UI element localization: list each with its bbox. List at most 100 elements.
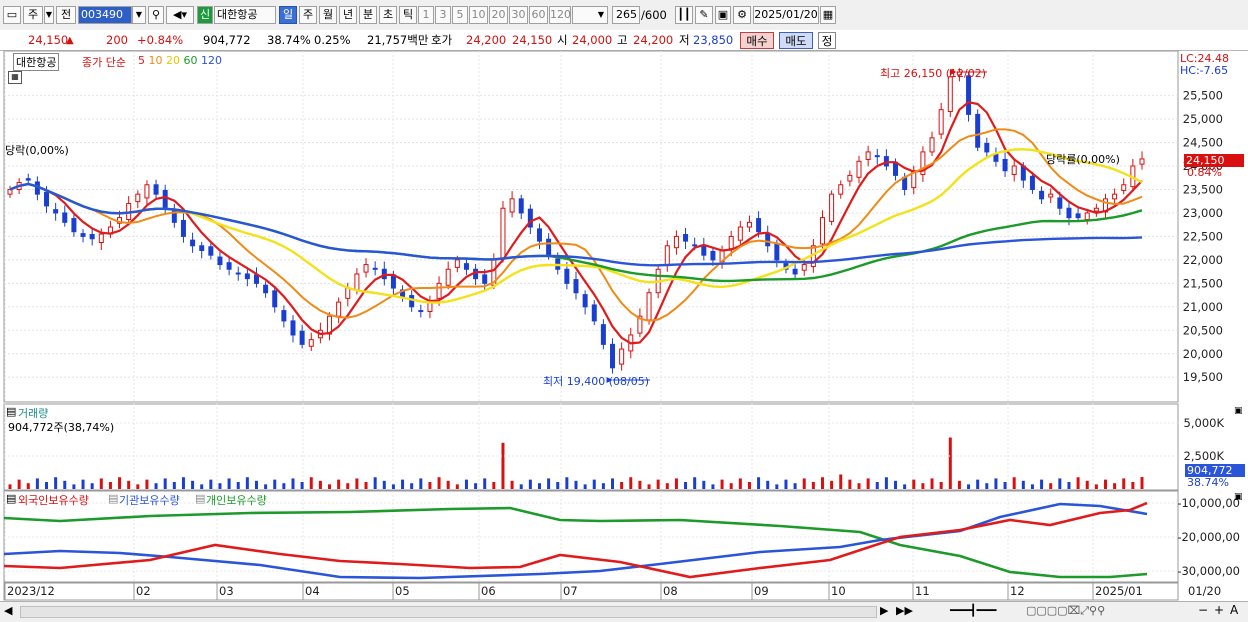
save-icon[interactable]: ▣ bbox=[715, 6, 731, 24]
candle-body bbox=[984, 142, 990, 153]
gear-icon[interactable]: ⚙ bbox=[733, 6, 751, 24]
draw-icon[interactable]: ✎ bbox=[695, 6, 713, 24]
search-icon[interactable]: ⚲ bbox=[148, 6, 164, 24]
candle-body bbox=[947, 76, 953, 113]
buy-button[interactable]: 매수 bbox=[740, 32, 774, 49]
correction-button[interactable]: 정 bbox=[818, 32, 836, 49]
volume-bar bbox=[537, 483, 541, 489]
volume-ratio: 38.74% bbox=[267, 33, 311, 47]
interval-button-5[interactable]: 5 bbox=[452, 6, 468, 24]
candle-icon[interactable]: ┃┃ bbox=[675, 6, 693, 24]
candle-body bbox=[98, 233, 104, 244]
holders-close-icon[interactable]: ▣ bbox=[1234, 492, 1243, 502]
candle-body bbox=[363, 264, 369, 273]
font-size-icon[interactable]: A bbox=[1230, 603, 1238, 617]
table-icon[interactable]: ▦ bbox=[8, 71, 22, 84]
volume-bar bbox=[145, 479, 149, 489]
candle-body bbox=[89, 234, 95, 240]
calendar-icon[interactable]: ▦ bbox=[820, 6, 836, 24]
candle-body bbox=[308, 339, 314, 347]
layout-icon[interactable]: ▭ bbox=[3, 6, 21, 24]
zoom-slider[interactable]: ━━━┫━━━ bbox=[950, 604, 996, 617]
volume-bar bbox=[528, 479, 532, 489]
scroll-bar[interactable]: ◀ ▶ ▶▶ ━━━┫━━━ ▢▢▢▢⌧⤢⚲⚲ − + A bbox=[0, 601, 1248, 622]
interval-button-60[interactable]: 60 bbox=[529, 6, 548, 24]
scroll-left-icon[interactable]: ◀ bbox=[4, 604, 12, 617]
volume-bar bbox=[328, 484, 332, 489]
price-chart[interactable]: 25,50025,00024,50024,00023,50023,00022,5… bbox=[0, 50, 1248, 603]
volume-bar bbox=[501, 442, 505, 489]
ratio-right-label: 당락률(0,00%) bbox=[1046, 153, 1120, 166]
candle-body bbox=[80, 233, 86, 237]
volume-bar bbox=[848, 479, 852, 489]
candle-body bbox=[235, 272, 241, 275]
code-dropdown-icon[interactable]: ▼ bbox=[132, 6, 146, 24]
tool-icons[interactable]: ▢▢▢▢⌧⤢⚲⚲ bbox=[1026, 604, 1105, 618]
interval-button-120[interactable]: 120 bbox=[549, 6, 571, 24]
interval-button-3[interactable]: 3 bbox=[435, 6, 451, 24]
interval-button-30[interactable]: 30 bbox=[509, 6, 528, 24]
candle-body bbox=[1121, 184, 1127, 191]
volume-bar bbox=[218, 483, 222, 489]
candle-body bbox=[199, 245, 205, 251]
volume-bar bbox=[1058, 478, 1062, 489]
period-tab-1[interactable]: 주 bbox=[299, 6, 317, 24]
volume-bar bbox=[127, 480, 131, 489]
ma-legend-10: 10 bbox=[148, 54, 166, 67]
zoom-out-icon[interactable]: − bbox=[1198, 603, 1208, 617]
period-tab-0[interactable]: 일 bbox=[279, 6, 297, 24]
volume-bar bbox=[1003, 482, 1007, 489]
volume-bar bbox=[54, 477, 58, 489]
stock-code-input[interactable]: 003490 bbox=[78, 6, 132, 24]
x-tick-label: 02 bbox=[136, 584, 151, 598]
candle-body bbox=[673, 235, 679, 249]
stock-name[interactable]: 대한항공 bbox=[214, 6, 276, 24]
candle-body bbox=[737, 226, 743, 241]
candle-body bbox=[710, 250, 716, 261]
ma-legend-120: 120 bbox=[201, 54, 222, 67]
volume-bar bbox=[309, 477, 313, 489]
interval-button-1[interactable]: 1 bbox=[418, 6, 434, 24]
change-value: 200 bbox=[106, 33, 128, 47]
volume-bar bbox=[875, 482, 879, 489]
period-tab-3[interactable]: 년 bbox=[339, 6, 357, 24]
scroll-track[interactable] bbox=[20, 606, 877, 618]
chart-stock-name[interactable]: 대한항공 bbox=[13, 53, 60, 71]
x-tick-label: 04 bbox=[305, 584, 320, 598]
candle-body bbox=[765, 233, 771, 247]
volume-bar bbox=[35, 478, 39, 489]
hc-label: HC:-7.65 bbox=[1180, 64, 1229, 77]
volume-bar bbox=[108, 482, 112, 489]
x-tick-label: 05 bbox=[395, 584, 410, 598]
volume-bar bbox=[446, 480, 450, 489]
interval-button-10[interactable]: 10 bbox=[469, 6, 488, 24]
volume-bar bbox=[337, 479, 341, 489]
volume-close-icon[interactable]: ▣ bbox=[1234, 406, 1243, 416]
interval-dropdown-icon[interactable]: ▼ bbox=[572, 6, 608, 24]
volume-bar bbox=[784, 479, 788, 489]
date-input[interactable]: 2025/01/20 bbox=[753, 6, 819, 24]
period-tab-4[interactable]: 분 bbox=[359, 6, 377, 24]
mode-dropdown-icon[interactable]: ▼ bbox=[44, 6, 54, 24]
volume-bar bbox=[410, 483, 414, 489]
candle-body bbox=[162, 189, 168, 209]
volume-bar bbox=[401, 479, 405, 489]
volume-bar bbox=[839, 474, 843, 489]
period-tab-6[interactable]: 틱 bbox=[399, 6, 417, 24]
mode-select[interactable]: 주 bbox=[23, 6, 43, 24]
prev-button[interactable]: 전 bbox=[56, 6, 76, 24]
y-tick-label: 22,000 bbox=[1183, 253, 1223, 267]
speaker-icon[interactable]: ◀▾ bbox=[166, 6, 194, 24]
interval-button-20[interactable]: 20 bbox=[489, 6, 508, 24]
sell-button[interactable]: 매도 bbox=[779, 32, 813, 49]
zoom-in-icon[interactable]: + bbox=[1214, 603, 1224, 617]
scroll-right-icon[interactable]: ▶ bbox=[880, 604, 888, 617]
count-input[interactable]: 265 bbox=[612, 6, 640, 24]
scroll-start-icon[interactable]: ▶▶ bbox=[896, 604, 913, 617]
period-tab-5[interactable]: 초 bbox=[379, 6, 397, 24]
x-tick-label: 11 bbox=[915, 584, 930, 598]
volume-bar bbox=[492, 482, 496, 489]
volume-bar bbox=[99, 478, 103, 489]
period-tab-2[interactable]: 월 bbox=[319, 6, 337, 24]
candle-body bbox=[829, 193, 835, 222]
